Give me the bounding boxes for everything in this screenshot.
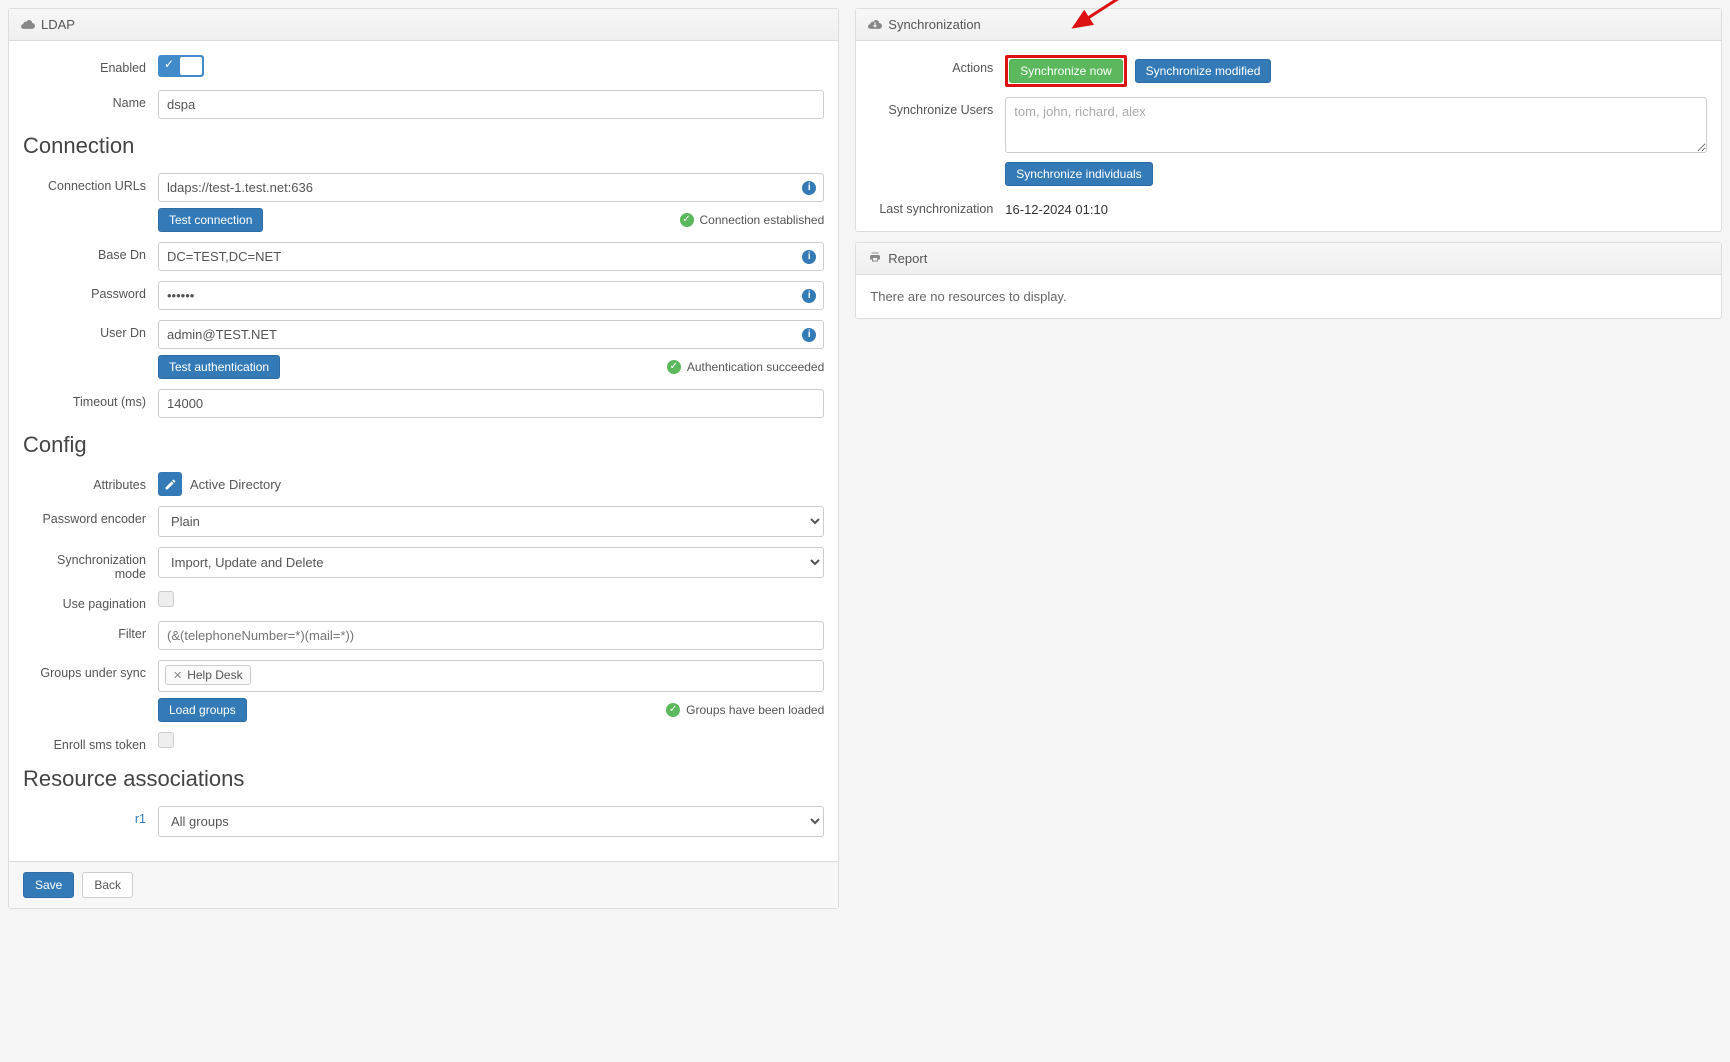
filter-input[interactable] — [158, 621, 824, 650]
synchronize-now-button[interactable]: Synchronize now — [1009, 59, 1122, 83]
connection-urls-input[interactable] — [158, 173, 824, 202]
remove-tag-icon[interactable]: ✕ — [173, 669, 182, 682]
enroll-sms-label: Enroll sms token — [23, 732, 158, 752]
base-dn-input[interactable] — [158, 242, 824, 271]
back-button[interactable]: Back — [82, 872, 133, 898]
ldap-panel-header: LDAP — [9, 9, 838, 41]
groups-status-text: Groups have been loaded — [686, 703, 824, 717]
sync-panel-title: Synchronization — [888, 17, 981, 32]
ldap-panel-title: LDAP — [41, 17, 75, 32]
report-panel: Report There are no resources to display… — [855, 242, 1722, 319]
edit-attributes-button[interactable] — [158, 472, 182, 496]
auth-status-text: Authentication succeeded — [687, 360, 824, 374]
ldap-panel-footer: Save Back — [9, 861, 838, 908]
user-dn-input[interactable] — [158, 320, 824, 349]
connection-section-title: Connection — [23, 133, 824, 159]
synchronize-modified-button[interactable]: Synchronize modified — [1135, 59, 1272, 83]
save-button[interactable]: Save — [23, 872, 74, 898]
sync-panel: Synchronization Actions Synchronize now … — [855, 8, 1722, 232]
info-icon[interactable]: i — [802, 181, 816, 195]
resource-r1-select[interactable]: All groups — [158, 806, 824, 837]
user-dn-label: User Dn — [23, 320, 158, 340]
password-encoder-select[interactable]: Plain — [158, 506, 824, 537]
check-circle-icon: ✓ — [667, 360, 681, 374]
last-sync-label: Last synchronization — [870, 196, 1005, 216]
timeout-input[interactable] — [158, 389, 824, 418]
check-circle-icon: ✓ — [680, 213, 694, 227]
test-connection-button[interactable]: Test connection — [158, 208, 263, 232]
sync-users-label: Synchronize Users — [870, 97, 1005, 117]
sync-mode-label: Synchronization mode — [23, 547, 158, 581]
enroll-sms-checkbox[interactable] — [158, 732, 174, 748]
groups-label: Groups under sync — [23, 660, 158, 680]
report-panel-header: Report — [856, 243, 1721, 275]
password-label: Password — [23, 281, 158, 301]
resource-r1-link[interactable]: r1 — [135, 812, 146, 826]
password-input[interactable] — [158, 281, 824, 310]
cloud-download-icon — [868, 17, 882, 32]
info-icon[interactable]: i — [802, 289, 816, 303]
name-input[interactable] — [158, 90, 824, 119]
check-icon: ✓ — [164, 57, 174, 71]
info-icon[interactable]: i — [802, 250, 816, 264]
report-panel-title: Report — [888, 251, 927, 266]
check-circle-icon: ✓ — [666, 703, 680, 717]
group-tag[interactable]: ✕ Help Desk — [165, 665, 251, 685]
report-empty-text: There are no resources to display. — [870, 289, 1066, 304]
groups-tag-input[interactable]: ✕ Help Desk — [158, 660, 824, 692]
sync-mode-select[interactable]: Import, Update and Delete — [158, 547, 824, 578]
filter-label: Filter — [23, 621, 158, 641]
use-pagination-checkbox[interactable] — [158, 591, 174, 607]
cloud-icon — [21, 17, 35, 32]
sync-panel-header: Synchronization — [856, 9, 1721, 41]
use-pagination-label: Use pagination — [23, 591, 158, 611]
last-sync-value: 16-12-2024 01:10 — [1005, 202, 1108, 217]
config-section-title: Config — [23, 432, 824, 458]
enabled-label: Enabled — [23, 55, 158, 75]
name-label: Name — [23, 90, 158, 110]
connection-urls-label: Connection URLs — [23, 173, 158, 193]
info-icon[interactable]: i — [802, 328, 816, 342]
ldap-panel: LDAP Enabled ✓ Name — [8, 8, 839, 909]
base-dn-label: Base Dn — [23, 242, 158, 262]
timeout-label: Timeout (ms) — [23, 389, 158, 409]
group-tag-label: Help Desk — [187, 668, 242, 682]
test-authentication-button[interactable]: Test authentication — [158, 355, 280, 379]
actions-label: Actions — [870, 55, 1005, 75]
load-groups-button[interactable]: Load groups — [158, 698, 247, 722]
enabled-toggle[interactable]: ✓ — [158, 55, 204, 77]
attributes-label: Attributes — [23, 472, 158, 492]
attributes-text: Active Directory — [190, 477, 281, 492]
highlight-annotation: Synchronize now — [1005, 55, 1126, 87]
sync-users-textarea[interactable] — [1005, 97, 1707, 153]
print-icon — [868, 251, 882, 266]
connection-status-text: Connection established — [700, 213, 825, 227]
synchronize-individuals-button[interactable]: Synchronize individuals — [1005, 162, 1152, 186]
resource-assoc-title: Resource associations — [23, 766, 824, 792]
password-encoder-label: Password encoder — [23, 506, 158, 526]
